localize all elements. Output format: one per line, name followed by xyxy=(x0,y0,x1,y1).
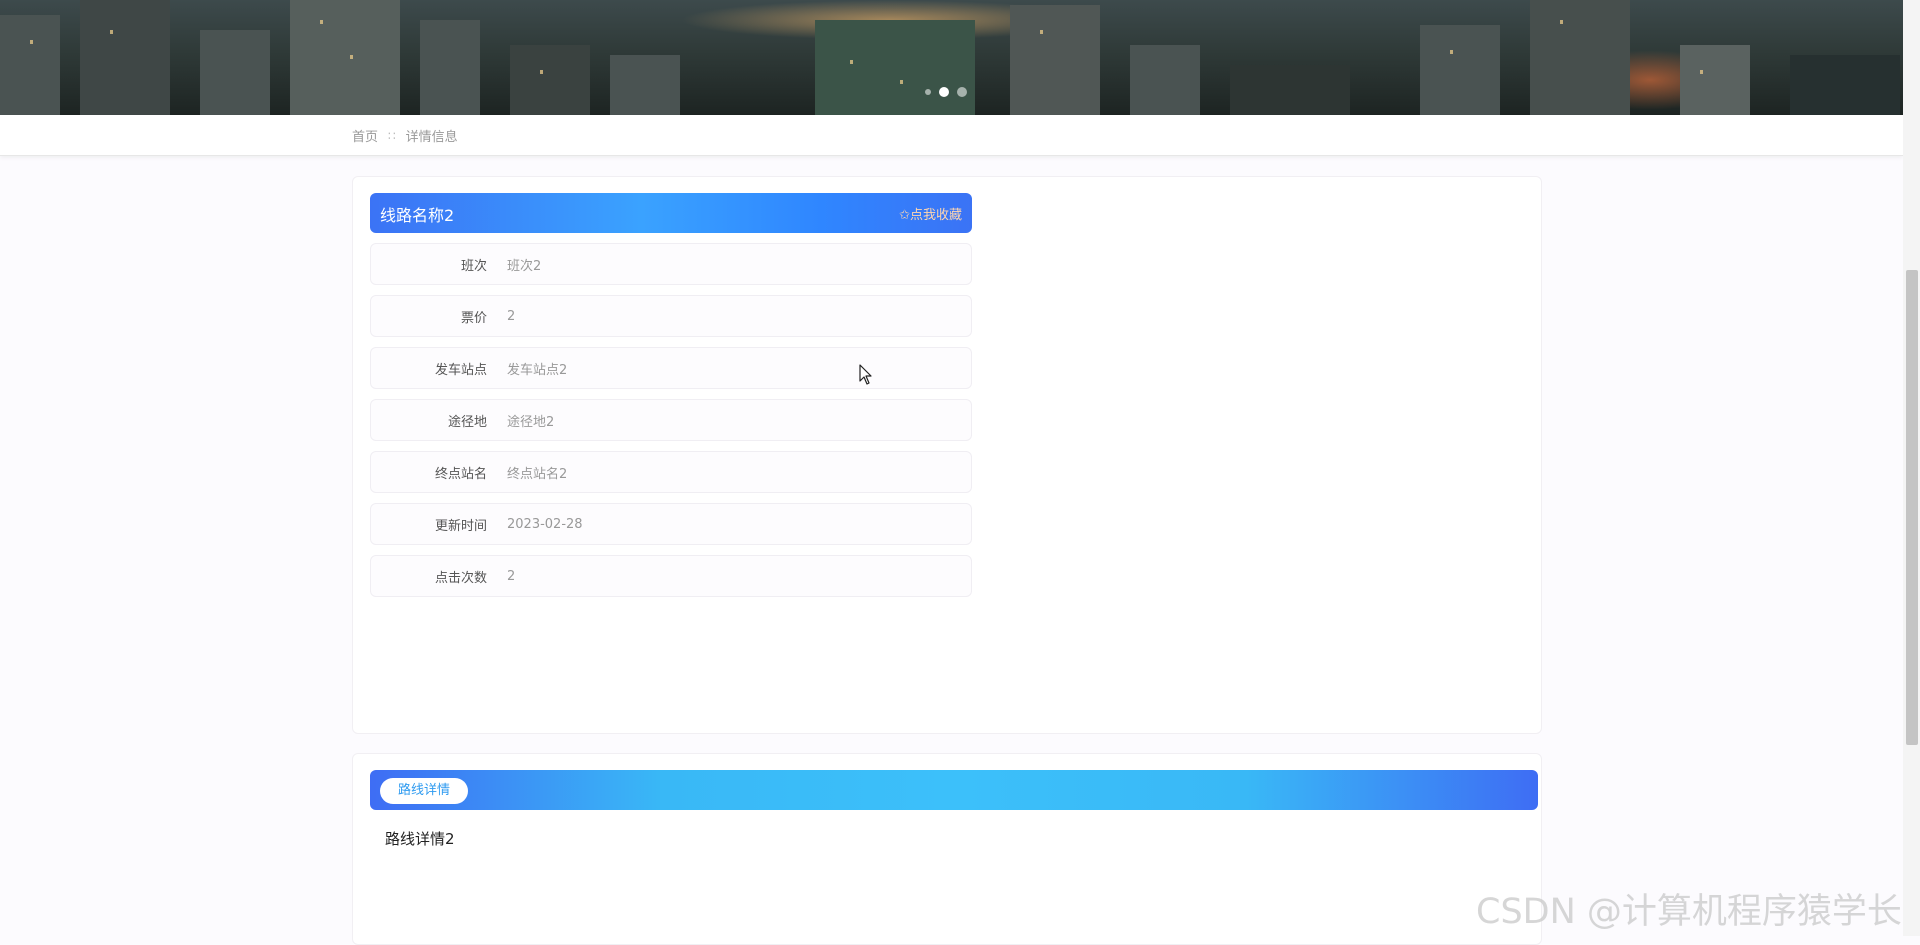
field-label: 班次 xyxy=(460,258,487,274)
field-row-terminal-station: 终点站名 终点站名2 xyxy=(370,451,972,493)
breadcrumb: 首页 ∷ 详情信息 xyxy=(352,126,458,146)
field-value: 2 xyxy=(507,308,516,324)
building xyxy=(1010,5,1100,115)
banner-carousel xyxy=(0,0,1903,115)
route-name-title: 线路名称2 xyxy=(380,206,455,225)
field-value: 终点站名2 xyxy=(507,466,568,482)
building xyxy=(1420,25,1500,115)
breadcrumb-home-link[interactable]: 首页 xyxy=(352,126,378,145)
carousel-dot[interactable] xyxy=(957,87,967,97)
breadcrumb-separator: ∷ xyxy=(388,128,396,143)
watermark: CSDN @计算机程序猿学长 xyxy=(1476,892,1902,932)
window-light xyxy=(1450,50,1453,54)
window-light xyxy=(1700,70,1703,74)
field-row-click-count: 点击次数 2 xyxy=(370,555,972,597)
window-light xyxy=(320,20,323,24)
carousel-dot-active[interactable] xyxy=(939,87,949,97)
building xyxy=(610,55,680,115)
field-value: 2 xyxy=(507,568,516,584)
window-light xyxy=(850,60,853,64)
field-value: 2023-02-28 xyxy=(507,516,583,532)
mouse-pointer-icon xyxy=(859,364,872,385)
route-details-tab[interactable]: 路线详情 xyxy=(380,778,468,804)
field-row-updated-time: 更新时间 2023-02-28 xyxy=(370,503,972,545)
detail-title-bar: 线路名称2 ✩点我收藏 xyxy=(370,193,972,233)
field-label: 终点站名 xyxy=(434,466,487,482)
route-details-bar: 路线详情 xyxy=(370,770,1538,810)
scrollbar-thumb[interactable] xyxy=(1906,270,1918,745)
window-light xyxy=(110,30,113,34)
field-row-departure-station: 发车站点 发车站点2 xyxy=(370,347,972,389)
building xyxy=(1530,0,1630,115)
route-details-card: 路线详情 路线详情2 xyxy=(352,753,1542,945)
window-light xyxy=(540,70,543,74)
building-green-roof xyxy=(815,20,975,115)
window-light xyxy=(1560,20,1563,24)
field-label: 更新时间 xyxy=(434,518,487,534)
building xyxy=(420,20,480,115)
carousel-indicators xyxy=(925,87,967,97)
route-details-content: 路线详情2 xyxy=(385,830,455,848)
window-light xyxy=(350,55,353,59)
field-value: 途径地2 xyxy=(507,414,555,430)
carousel-dot[interactable] xyxy=(925,89,931,95)
detail-fields: 班次 班次2 票价 2 发车站点 发车站点2 途径地 途径地2 终点站名 终点站… xyxy=(370,243,972,607)
scrollbar[interactable] xyxy=(1903,0,1920,936)
building xyxy=(510,45,590,115)
favorite-button[interactable]: ✩点我收藏 xyxy=(899,204,962,223)
building xyxy=(1680,45,1750,115)
building xyxy=(80,0,170,115)
building xyxy=(290,0,400,115)
field-row-shift: 班次 班次2 xyxy=(370,243,972,285)
field-label: 点击次数 xyxy=(434,570,487,586)
breadcrumb-bar: 首页 ∷ 详情信息 xyxy=(0,115,1903,156)
field-row-price: 票价 2 xyxy=(370,295,972,337)
building xyxy=(1230,65,1350,115)
field-label: 发车站点 xyxy=(434,362,487,378)
field-label: 票价 xyxy=(460,310,487,326)
window-light xyxy=(30,40,33,44)
breadcrumb-current: 详情信息 xyxy=(405,130,458,145)
building xyxy=(1790,55,1900,115)
detail-card: 线路名称2 ✩点我收藏 班次 班次2 票价 2 发车站点 发车站点2 途径地 途… xyxy=(352,176,1542,734)
field-label: 途径地 xyxy=(447,414,487,430)
field-row-via: 途径地 途径地2 xyxy=(370,399,972,441)
building xyxy=(0,15,60,115)
building xyxy=(200,30,270,115)
window-light xyxy=(900,80,903,84)
building xyxy=(1130,45,1200,115)
field-value: 发车站点2 xyxy=(507,362,568,378)
field-value: 班次2 xyxy=(507,258,542,274)
window-light xyxy=(1040,30,1043,34)
